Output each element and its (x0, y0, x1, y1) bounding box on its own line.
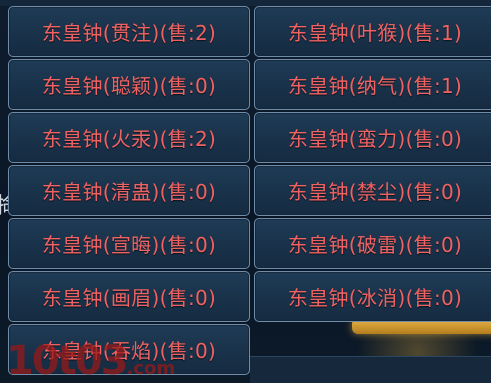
item-label: 东皇钟(叶猴)(售:1) (287, 21, 463, 45)
item-button[interactable]: 东皇钟(宣晦)(售:0) (8, 218, 250, 269)
item-button[interactable]: 东皇钟(破雷)(售:0) (254, 218, 491, 269)
item-label: 东皇钟(破雷)(售:0) (287, 233, 463, 257)
item-label: 东皇钟(禁尘)(售:0) (287, 180, 463, 204)
item-button[interactable]: 东皇钟(纳气)(售:1) (254, 59, 491, 110)
item-button[interactable]: 东皇钟(贯注)(售:2) (8, 6, 250, 57)
item-button[interactable]: 东皇钟(吞焰)(售:0) (8, 324, 250, 375)
item-label: 东皇钟(吞焰)(售:0) (41, 339, 217, 363)
item-button[interactable]: 东皇钟(火汞)(售:2) (8, 112, 250, 163)
item-label: 东皇钟(蛮力)(售:0) (287, 127, 463, 151)
item-label: 东皇钟(冰消)(售:0) (287, 286, 463, 310)
game-screen: 掵 东皇钟(贯注)(售:2) 东皇钟(叶猴)(售:1) 东皇钟(聪颖)(售:0)… (0, 0, 491, 383)
item-label: 东皇钟(贯注)(售:2) (41, 21, 217, 45)
item-button[interactable]: 东皇钟(聪颖)(售:0) (8, 59, 250, 110)
item-label: 东皇钟(画眉)(售:0) (41, 286, 217, 310)
item-button[interactable]: 东皇钟(冰消)(售:0) (254, 271, 491, 322)
item-label: 东皇钟(火汞)(售:2) (41, 127, 217, 151)
item-button[interactable]: 东皇钟(禁尘)(售:0) (254, 165, 491, 216)
item-label: 东皇钟(宣晦)(售:0) (41, 233, 217, 257)
item-button[interactable]: 东皇钟(清蛊)(售:0) (8, 165, 250, 216)
item-button[interactable]: 东皇钟(蛮力)(售:0) (254, 112, 491, 163)
item-label: 东皇钟(清蛊)(售:0) (41, 180, 217, 204)
item-button[interactable]: 东皇钟(叶猴)(售:1) (254, 6, 491, 57)
item-button[interactable]: 东皇钟(画眉)(售:0) (8, 271, 250, 322)
item-label: 东皇钟(纳气)(售:1) (287, 74, 463, 98)
item-list: 东皇钟(贯注)(售:2) 东皇钟(叶猴)(售:1) 东皇钟(聪颖)(售:0) 东… (8, 6, 491, 375)
item-label: 东皇钟(聪颖)(售:0) (41, 74, 217, 98)
